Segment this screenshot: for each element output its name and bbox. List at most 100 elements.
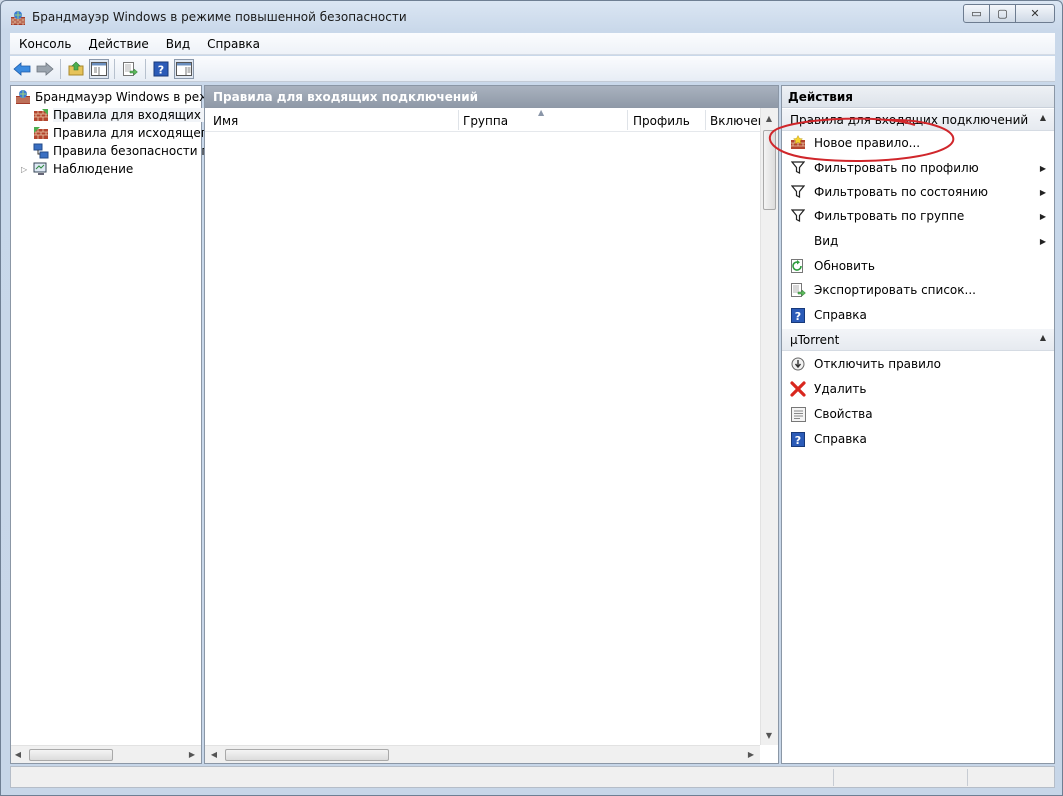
up-folder-icon: [68, 61, 84, 76]
tree-item-connection-security-rules[interactable]: Правила безопасности подключения: [33, 142, 223, 160]
close-button[interactable]: ✕: [1015, 4, 1055, 23]
export-list-icon: [790, 282, 806, 298]
column-enabled[interactable]: Включен: [710, 114, 760, 128]
results-horizontal-scrollbar[interactable]: ◀ ▶: [205, 745, 760, 763]
tree-item-label: Наблюдение: [53, 162, 134, 176]
action-label: Вид: [814, 234, 839, 248]
action-label: Фильтровать по группе: [814, 209, 965, 223]
collapse-arrow-icon[interactable]: ▲: [1040, 113, 1046, 122]
submenu-arrow-icon: ▶: [1039, 236, 1046, 246]
tree-item-inbound-rules[interactable]: Правила для входящих подключений: [33, 106, 223, 124]
action-filter-by-group[interactable]: Фильтровать по группе ▶: [782, 205, 1054, 227]
actions-section-inbound-rules[interactable]: Правила для входящих подключений ▲: [782, 109, 1054, 131]
column-header-row: Имя ▲ Группа Профиль Включен: [205, 108, 760, 132]
firewall-app-icon: [11, 11, 25, 25]
help-icon: ?: [153, 61, 169, 77]
action-new-rule[interactable]: Новое правило...: [782, 132, 1054, 154]
tree-scroll-thumb[interactable]: [29, 749, 113, 761]
results-vertical-scroll-thumb[interactable]: [763, 130, 776, 210]
scroll-left-icon[interactable]: ◀: [11, 750, 25, 759]
monitoring-icon: [33, 162, 47, 175]
action-view[interactable]: Вид ▶: [782, 230, 1054, 252]
scroll-right-icon[interactable]: ▶: [744, 750, 758, 759]
column-group[interactable]: Группа: [463, 114, 623, 128]
filter-icon: [790, 208, 806, 224]
menu-help[interactable]: Справка: [198, 37, 268, 51]
submenu-arrow-icon: ▶: [1039, 187, 1046, 197]
results-pane-header: Правила для входящих подключений: [205, 86, 778, 108]
action-label: Справка: [814, 308, 867, 322]
new-rule-icon: [790, 135, 806, 151]
back-button[interactable]: [12, 59, 32, 79]
results-pane: Правила для входящих подключений Имя ▲ Г…: [204, 85, 779, 764]
console-tree: Брандмауэр Windows в режиме повышенной б…: [10, 85, 223, 764]
refresh-icon: [790, 258, 806, 274]
connection-security-icon: [33, 143, 49, 159]
action-delete[interactable]: Удалить: [782, 378, 1054, 400]
action-label: Отключить правило: [814, 357, 941, 371]
minimize-icon: ▭: [971, 7, 982, 20]
status-bar: [10, 766, 1055, 788]
export-list-icon: [123, 62, 138, 76]
menu-console[interactable]: Консоль: [10, 37, 79, 51]
maximize-button[interactable]: ▢: [989, 4, 1016, 23]
action-help-utorrent[interactable]: ? Справка: [782, 428, 1054, 450]
action-help[interactable]: ? Справка: [782, 304, 1054, 326]
scroll-right-icon[interactable]: ▶: [185, 750, 199, 759]
action-label: Свойства: [814, 407, 873, 421]
show-hide-action-pane-button[interactable]: [174, 59, 194, 79]
action-label: Справка: [814, 432, 867, 446]
results-horizontal-scroll-thumb[interactable]: [225, 749, 389, 761]
column-profile[interactable]: Профиль: [633, 114, 701, 128]
title-bar[interactable]: Брандмауэр Windows в режиме повышенной б…: [1, 1, 1062, 33]
maximize-icon: ▢: [997, 7, 1008, 20]
expand-arrow-icon[interactable]: ▷: [21, 165, 31, 174]
menu-view[interactable]: Вид: [157, 37, 198, 51]
properties-icon: [790, 406, 806, 422]
close-icon: ✕: [1030, 7, 1040, 20]
tree-item-label: Правила для исходящего подключения: [53, 126, 223, 140]
submenu-arrow-icon: ▶: [1039, 163, 1046, 173]
section-title: Правила для входящих подключений: [790, 113, 1029, 127]
action-label: Удалить: [814, 382, 867, 396]
scroll-up-icon[interactable]: ▲: [762, 114, 776, 123]
action-label: Обновить: [814, 259, 875, 273]
firewall-root-icon: [16, 90, 30, 104]
tree-item-outbound-rules[interactable]: Правила для исходящего подключения: [33, 124, 223, 142]
action-label: Фильтровать по профилю: [814, 161, 979, 175]
section-title: µTorrent: [790, 333, 840, 347]
scroll-down-icon[interactable]: ▼: [762, 731, 776, 740]
action-export-list[interactable]: Экспортировать список...: [782, 279, 1054, 301]
help-button[interactable]: ?: [151, 59, 171, 79]
window-title: Брандмауэр Windows в режиме повышенной б…: [32, 10, 407, 24]
export-list-button[interactable]: [120, 59, 140, 79]
tree-item-monitoring[interactable]: ▷ Наблюдение: [11, 160, 201, 178]
actions-section-utorrent[interactable]: µTorrent ▲: [782, 329, 1054, 351]
tree-item-label: Правила безопасности подключения: [53, 144, 223, 158]
scroll-left-icon[interactable]: ◀: [207, 750, 221, 759]
column-name[interactable]: Имя: [213, 114, 453, 128]
action-filter-by-state[interactable]: Фильтровать по состоянию ▶: [782, 181, 1054, 203]
forward-button[interactable]: [35, 59, 55, 79]
svg-text:?: ?: [158, 64, 164, 77]
show-hide-action-pane-icon: [176, 62, 192, 76]
tree-root[interactable]: Брандмауэр Windows в режиме повышенной б…: [15, 88, 205, 106]
minimize-button[interactable]: ▭: [963, 4, 990, 23]
action-refresh[interactable]: Обновить: [782, 255, 1054, 277]
filter-icon: [790, 160, 806, 176]
up-level-button[interactable]: [66, 59, 86, 79]
action-filter-by-profile[interactable]: Фильтровать по профилю ▶: [782, 157, 1054, 179]
collapse-arrow-icon[interactable]: ▲: [1040, 333, 1046, 342]
toolbar: ?: [10, 56, 1055, 82]
show-hide-tree-button[interactable]: [89, 59, 109, 79]
action-properties[interactable]: Свойства: [782, 403, 1054, 425]
disable-rule-icon: [790, 356, 806, 372]
results-vertical-scrollbar[interactable]: ▲ ▼: [760, 108, 778, 745]
menu-action[interactable]: Действие: [79, 37, 156, 51]
actions-pane-title: Действия: [782, 86, 1054, 108]
tree-horizontal-scrollbar[interactable]: ◀ ▶: [11, 745, 201, 763]
svg-text:?: ?: [795, 310, 801, 323]
tree-root-label: Брандмауэр Windows в режиме повышенной б…: [35, 90, 205, 104]
action-disable-rule[interactable]: Отключить правило: [782, 353, 1054, 375]
actions-pane: Действия Правила для входящих подключени…: [781, 85, 1055, 764]
